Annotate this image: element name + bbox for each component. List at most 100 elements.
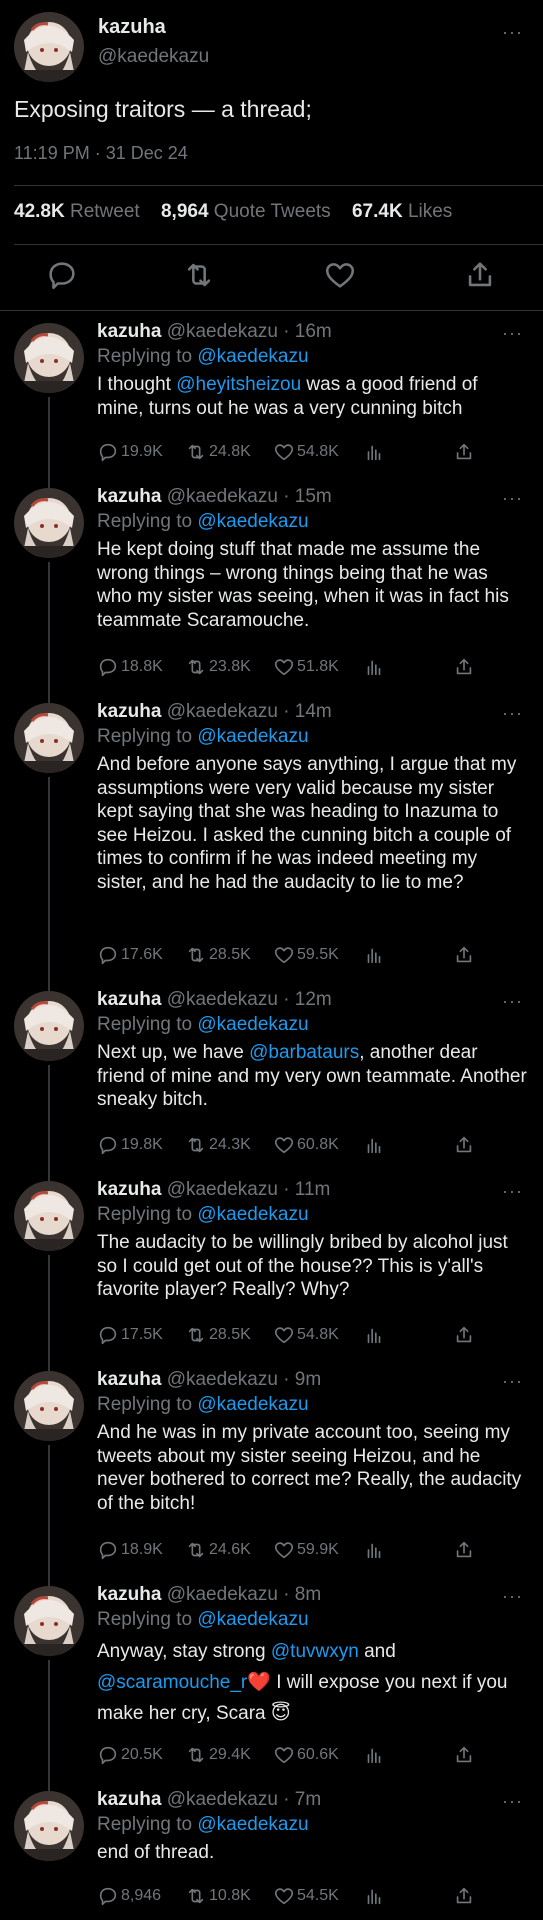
author-handle[interactable]: @kaedekazu [167, 1789, 278, 1810]
retweet-button[interactable]: 29.4K [185, 1742, 251, 1768]
retweet-arrows-icon[interactable] [182, 258, 216, 292]
tweet-age[interactable]: 9m [295, 1369, 321, 1390]
reply-tweet[interactable]: kazuha @kaedekazu · 14m ··· Replying to … [0, 691, 543, 993]
analytics-button[interactable] [363, 439, 387, 465]
share-button[interactable] [453, 1742, 477, 1768]
analytics-button[interactable] [363, 654, 387, 680]
replying-to-mention[interactable]: @kaedekazu [197, 1814, 308, 1835]
replying-to-mention[interactable]: @kaedekazu [197, 1204, 308, 1225]
retweet-button[interactable]: 28.5K [185, 1322, 251, 1348]
quote-tweet-label[interactable]: Quote Tweets [214, 201, 331, 222]
like-count[interactable]: 67.4K [352, 201, 403, 222]
retweet-button[interactable]: 24.3K [185, 1132, 251, 1158]
tweet-age[interactable]: 11m [295, 1179, 331, 1200]
tweet-age[interactable]: 7m [295, 1789, 321, 1810]
avatar[interactable] [14, 488, 84, 558]
reply-button[interactable]: 19.8K [97, 1132, 163, 1158]
tweet-age[interactable]: 12m [295, 989, 332, 1010]
author-name[interactable]: kazuha [97, 486, 161, 507]
reply-button[interactable]: 8,946 [97, 1883, 161, 1909]
reply-button[interactable]: 18.8K [97, 654, 163, 680]
share-button[interactable] [453, 1537, 477, 1563]
share-button[interactable] [453, 942, 477, 968]
mention-link[interactable]: @scaramouche_r [97, 1672, 247, 1693]
tweet-age[interactable]: 16m [295, 321, 332, 342]
avatar[interactable] [14, 1586, 84, 1656]
reply-tweet[interactable]: kazuha @kaedekazu · 11m ··· Replying to … [0, 1169, 543, 1373]
tweet-age[interactable]: 14m [295, 701, 332, 722]
replying-to-mention[interactable]: @kaedekazu [197, 511, 308, 532]
share-upload-icon[interactable] [463, 258, 497, 292]
replying-to-mention[interactable]: @kaedekazu [197, 346, 308, 367]
author-name[interactable]: kazuha [98, 16, 166, 39]
tweet-timestamp[interactable]: 11:19 PM · 31 Dec 24 [14, 143, 188, 164]
reply-tweet[interactable]: kazuha @kaedekazu · 15m ··· Replying to … [0, 476, 543, 705]
author-name[interactable]: kazuha [97, 1369, 161, 1390]
avatar[interactable] [14, 12, 84, 82]
replying-to-mention[interactable]: @kaedekazu [197, 1609, 308, 1630]
share-button[interactable] [453, 1883, 477, 1909]
author-name[interactable]: kazuha [97, 989, 161, 1010]
avatar[interactable] [14, 991, 84, 1061]
more-dots-icon[interactable]: ··· [502, 1586, 523, 1607]
mention-link[interactable]: @tuvwxyn [271, 1641, 359, 1662]
author-handle[interactable]: @kaedekazu [167, 989, 278, 1010]
retweet-count[interactable]: 42.8K [14, 201, 65, 222]
like-button[interactable]: 60.8K [273, 1132, 339, 1158]
reply-tweet[interactable]: kazuha @kaedekazu · 9m ··· Replying to @… [0, 1359, 543, 1588]
retweet-button[interactable]: 28.5K [185, 942, 251, 968]
author-handle[interactable]: @kaedekazu [167, 1179, 278, 1200]
more-dots-icon[interactable]: ··· [502, 1371, 523, 1392]
analytics-button[interactable] [363, 1322, 387, 1348]
share-button[interactable] [453, 439, 477, 465]
reply-button[interactable]: 18.9K [97, 1537, 163, 1563]
avatar[interactable] [14, 323, 84, 393]
analytics-button[interactable] [363, 1537, 387, 1563]
reply-tweet[interactable]: kazuha @kaedekazu · 12m ··· Replying to … [0, 979, 543, 1183]
heart-icon[interactable] [323, 258, 357, 292]
like-button[interactable]: 54.8K [273, 439, 339, 465]
author-name[interactable]: kazuha [97, 1584, 161, 1605]
share-button[interactable] [453, 1322, 477, 1348]
replying-to-mention[interactable]: @kaedekazu [197, 1394, 308, 1415]
reply-tweet[interactable]: kazuha @kaedekazu · 16m ··· Replying to … [0, 311, 543, 490]
retweet-button[interactable]: 24.8K [185, 439, 251, 465]
analytics-button[interactable] [363, 942, 387, 968]
author-handle[interactable]: @kaedekazu [167, 701, 278, 722]
speech-bubble-icon[interactable] [45, 258, 79, 292]
avatar[interactable] [14, 1791, 84, 1861]
retweet-button[interactable]: 23.8K [185, 654, 251, 680]
author-handle[interactable]: @kaedekazu [167, 1369, 278, 1390]
mention-link[interactable]: @barbataurs [249, 1042, 359, 1063]
reply-button[interactable]: 20.5K [97, 1742, 163, 1768]
replying-to-mention[interactable]: @kaedekazu [197, 726, 308, 747]
retweet-button[interactable]: 24.6K [185, 1537, 251, 1563]
more-dots-icon[interactable]: ··· [502, 22, 523, 43]
author-name[interactable]: kazuha [97, 321, 161, 342]
author-handle[interactable]: @kaedekazu [98, 46, 209, 68]
reply-button[interactable]: 17.6K [97, 942, 163, 968]
author-name[interactable]: kazuha [97, 1179, 161, 1200]
retweet-label[interactable]: Retweet [70, 201, 140, 222]
retweet-button[interactable]: 10.8K [185, 1883, 251, 1909]
author-handle[interactable]: @kaedekazu [167, 486, 278, 507]
share-button[interactable] [453, 654, 477, 680]
analytics-button[interactable] [363, 1883, 387, 1909]
like-button[interactable]: 51.8K [273, 654, 339, 680]
quote-tweet-count[interactable]: 8,964 [161, 201, 209, 222]
more-dots-icon[interactable]: ··· [502, 1791, 523, 1812]
replying-to-mention[interactable]: @kaedekazu [197, 1014, 308, 1035]
like-button[interactable]: 59.5K [273, 942, 339, 968]
like-button[interactable]: 59.9K [273, 1537, 339, 1563]
reply-tweet[interactable]: kazuha @kaedekazu · 8m ··· Replying to @… [0, 1574, 543, 1793]
author-name[interactable]: kazuha [97, 1789, 161, 1810]
avatar[interactable] [14, 1181, 84, 1251]
reply-tweet[interactable]: kazuha @kaedekazu · 7m ··· Replying to @… [0, 1779, 543, 1920]
author-handle[interactable]: @kaedekazu [167, 1584, 278, 1605]
author-handle[interactable]: @kaedekazu [167, 321, 278, 342]
reply-button[interactable]: 17.5K [97, 1322, 163, 1348]
analytics-button[interactable] [363, 1742, 387, 1768]
mention-link[interactable]: @heyitsheizou [176, 374, 301, 395]
share-button[interactable] [453, 1132, 477, 1158]
tweet-age[interactable]: 15m [295, 486, 332, 507]
